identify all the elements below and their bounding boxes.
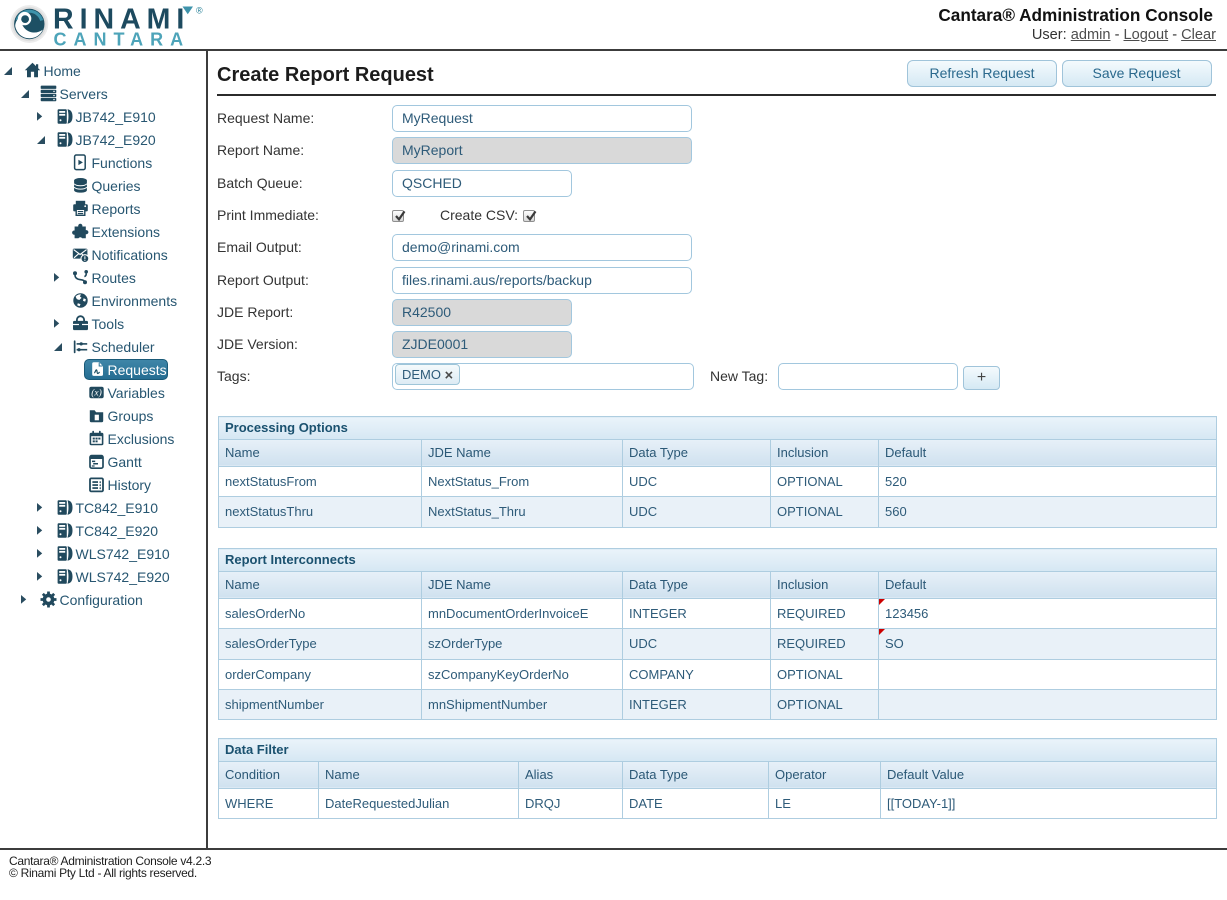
svg-text:®: ® bbox=[196, 6, 203, 16]
svg-text:CANTARA: CANTARA bbox=[54, 30, 191, 48]
